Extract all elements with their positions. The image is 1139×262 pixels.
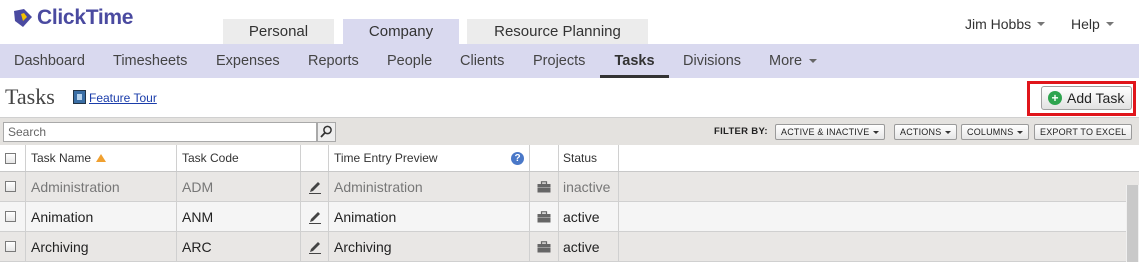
task-name-header-label: Task Name	[31, 151, 92, 165]
header-task-code[interactable]: Task Code	[177, 145, 301, 171]
user-name: Jim Hobbs	[965, 16, 1032, 32]
status-cell: active	[559, 202, 619, 231]
help-label: Help	[1071, 16, 1100, 32]
briefcase-icon[interactable]	[537, 180, 551, 193]
row-checkbox[interactable]	[5, 241, 16, 252]
preview-cell: Archiving	[329, 232, 530, 261]
edit-cell	[301, 172, 329, 201]
subnav-reports[interactable]: Reports	[308, 44, 359, 78]
briefcase-cell	[530, 172, 559, 201]
pencil-icon[interactable]	[307, 239, 323, 255]
actions-label: ACTIONS	[900, 127, 942, 137]
plus-icon: +	[1048, 91, 1062, 105]
vertical-scrollbar[interactable]	[1126, 185, 1139, 262]
task-code-cell: ANM	[177, 202, 301, 231]
clicktime-logo[interactable]: ClickTime	[12, 6, 133, 30]
actions-dropdown[interactable]: ACTIONS	[894, 124, 958, 140]
sort-ascending-icon	[96, 154, 107, 162]
sub-navigation: Dashboard Timesheets Expenses Reports Pe…	[0, 44, 1139, 78]
edit-cell	[301, 232, 329, 261]
logo-text: ClickTime	[37, 6, 134, 29]
chevron-down-icon	[945, 130, 952, 134]
help-menu[interactable]: Help	[1071, 16, 1114, 32]
scrollbar-thumb[interactable]	[1127, 185, 1138, 262]
chevron-down-icon	[809, 59, 818, 63]
toolbar: FILTER BY: ACTIVE & INACTIVE ACTIONS COL…	[0, 117, 1139, 145]
table-row[interactable]: Animation ANM Animation active	[0, 202, 1139, 232]
tab-company[interactable]: Company	[343, 19, 459, 44]
subnav-projects[interactable]: Projects	[533, 44, 585, 78]
search-input[interactable]	[3, 122, 317, 142]
filter-by-label: FILTER BY:	[714, 126, 768, 137]
export-excel-button[interactable]: EXPORT TO EXCEL	[1034, 124, 1133, 140]
time-entry-preview-header-label: Time Entry Preview	[334, 151, 438, 165]
subnav-people[interactable]: People	[387, 44, 432, 78]
chevron-down-icon	[873, 130, 880, 134]
row-checkbox[interactable]	[5, 211, 16, 222]
task-code-header-label: Task Code	[182, 151, 239, 165]
task-code-cell: ARC	[177, 232, 301, 261]
table-row[interactable]: Archiving ARC Archiving active	[0, 232, 1139, 262]
top-header: ClickTime Personal Company Resource Plan…	[0, 0, 1139, 44]
search-button[interactable]	[317, 122, 336, 142]
preview-cell: Animation	[329, 202, 530, 231]
status-filter-label: ACTIVE & INACTIVE	[781, 127, 870, 137]
columns-label: COLUMNS	[967, 127, 1014, 137]
add-task-label: Add Task	[1067, 90, 1125, 106]
subnav-divisions[interactable]: Divisions	[683, 44, 741, 78]
header-status[interactable]: Status	[559, 145, 619, 171]
task-name-cell: Animation	[26, 202, 177, 231]
header-edit-column	[301, 145, 329, 171]
header-task-name[interactable]: Task Name	[26, 145, 177, 171]
briefcase-cell	[530, 202, 559, 231]
row-checkbox[interactable]	[5, 181, 16, 192]
chevron-down-icon	[1037, 22, 1046, 26]
search-icon	[320, 125, 332, 138]
subnav-dashboard[interactable]: Dashboard	[14, 44, 85, 78]
status-header-label: Status	[563, 151, 598, 165]
preview-cell: Administration	[329, 172, 530, 201]
table-header-row: Task Name Task Code Time Entry Preview ?…	[0, 145, 1139, 172]
more-label: More	[769, 53, 803, 69]
feature-tour-link[interactable]: Feature Tour	[89, 91, 157, 105]
task-code-cell: ADM	[177, 172, 301, 201]
pencil-icon[interactable]	[307, 209, 323, 225]
task-name-cell: Administration	[26, 172, 177, 201]
subnav-clients[interactable]: Clients	[460, 44, 504, 78]
header-time-entry-preview[interactable]: Time Entry Preview ?	[329, 145, 530, 171]
tab-personal[interactable]: Personal	[223, 19, 334, 44]
tab-resource-planning[interactable]: Resource Planning	[467, 19, 648, 44]
briefcase-icon[interactable]	[537, 210, 551, 223]
subnav-tasks[interactable]: Tasks	[600, 44, 669, 78]
user-menu[interactable]: Jim Hobbs	[965, 16, 1046, 32]
chevron-down-icon	[1017, 130, 1024, 134]
task-name-cell: Archiving	[26, 232, 177, 261]
subnav-expenses[interactable]: Expenses	[216, 44, 280, 78]
export-label: EXPORT TO EXCEL	[1040, 127, 1127, 137]
briefcase-icon[interactable]	[537, 240, 551, 253]
chevron-down-icon	[1105, 22, 1114, 26]
header-briefcase-column	[530, 145, 559, 171]
edit-cell	[301, 202, 329, 231]
header-checkbox-cell	[0, 145, 26, 171]
status-cell: active	[559, 232, 619, 261]
page-title: Tasks	[5, 84, 55, 109]
help-icon[interactable]: ?	[511, 152, 524, 165]
pencil-icon[interactable]	[307, 179, 323, 195]
status-filter-dropdown[interactable]: ACTIVE & INACTIVE	[775, 124, 886, 140]
film-icon	[73, 90, 86, 104]
status-cell: inactive	[559, 172, 619, 201]
clock-logo-icon	[14, 9, 32, 27]
briefcase-cell	[530, 232, 559, 261]
subnav-more[interactable]: More	[769, 44, 818, 78]
add-task-button[interactable]: + Add Task	[1041, 86, 1132, 110]
columns-dropdown[interactable]: COLUMNS	[961, 124, 1030, 140]
select-all-checkbox[interactable]	[5, 152, 16, 164]
subnav-timesheets[interactable]: Timesheets	[113, 44, 187, 78]
table-row[interactable]: Administration ADM Administration inacti…	[0, 172, 1139, 202]
